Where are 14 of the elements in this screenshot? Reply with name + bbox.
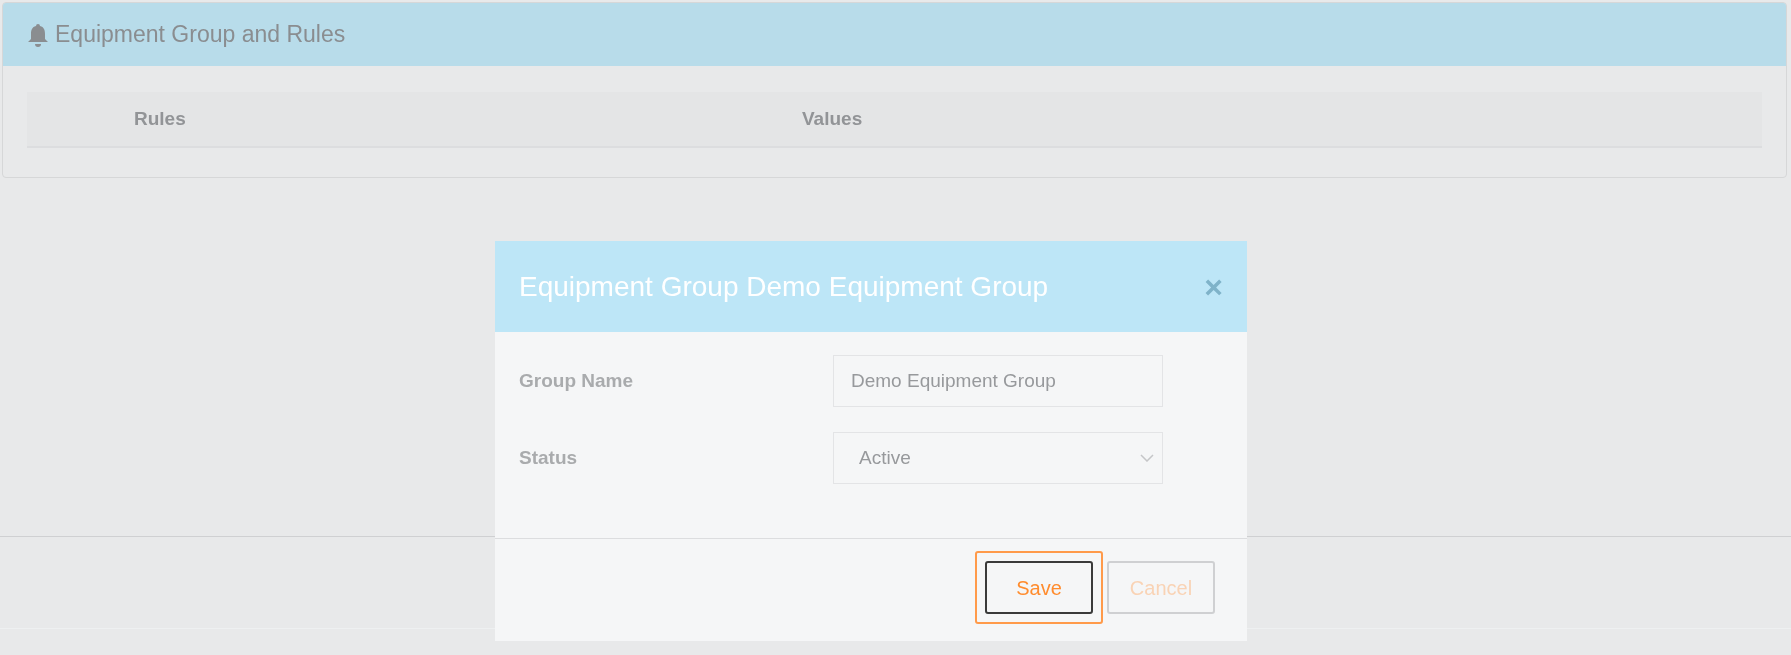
panel-title: Equipment Group and Rules [55, 20, 346, 50]
column-header: Values [802, 106, 863, 131]
group-name-field[interactable]: Demo Equipment Group [833, 355, 1163, 407]
chevron-down-icon [1140, 454, 1154, 462]
modal-title: Equipment Group Demo Equipment Group [519, 269, 1049, 304]
bell-icon [27, 22, 49, 47]
status-dropdown[interactable]: Active [833, 432, 1163, 484]
cancel-button[interactable]: Cancel [1107, 561, 1215, 614]
close-button[interactable]: × [1204, 270, 1223, 303]
field-label: Group Name [519, 368, 635, 393]
field-label: Status [519, 445, 579, 470]
save-button[interactable]: Save [985, 561, 1093, 614]
column-header: Rules [134, 106, 187, 131]
status-value: Active [859, 445, 911, 470]
